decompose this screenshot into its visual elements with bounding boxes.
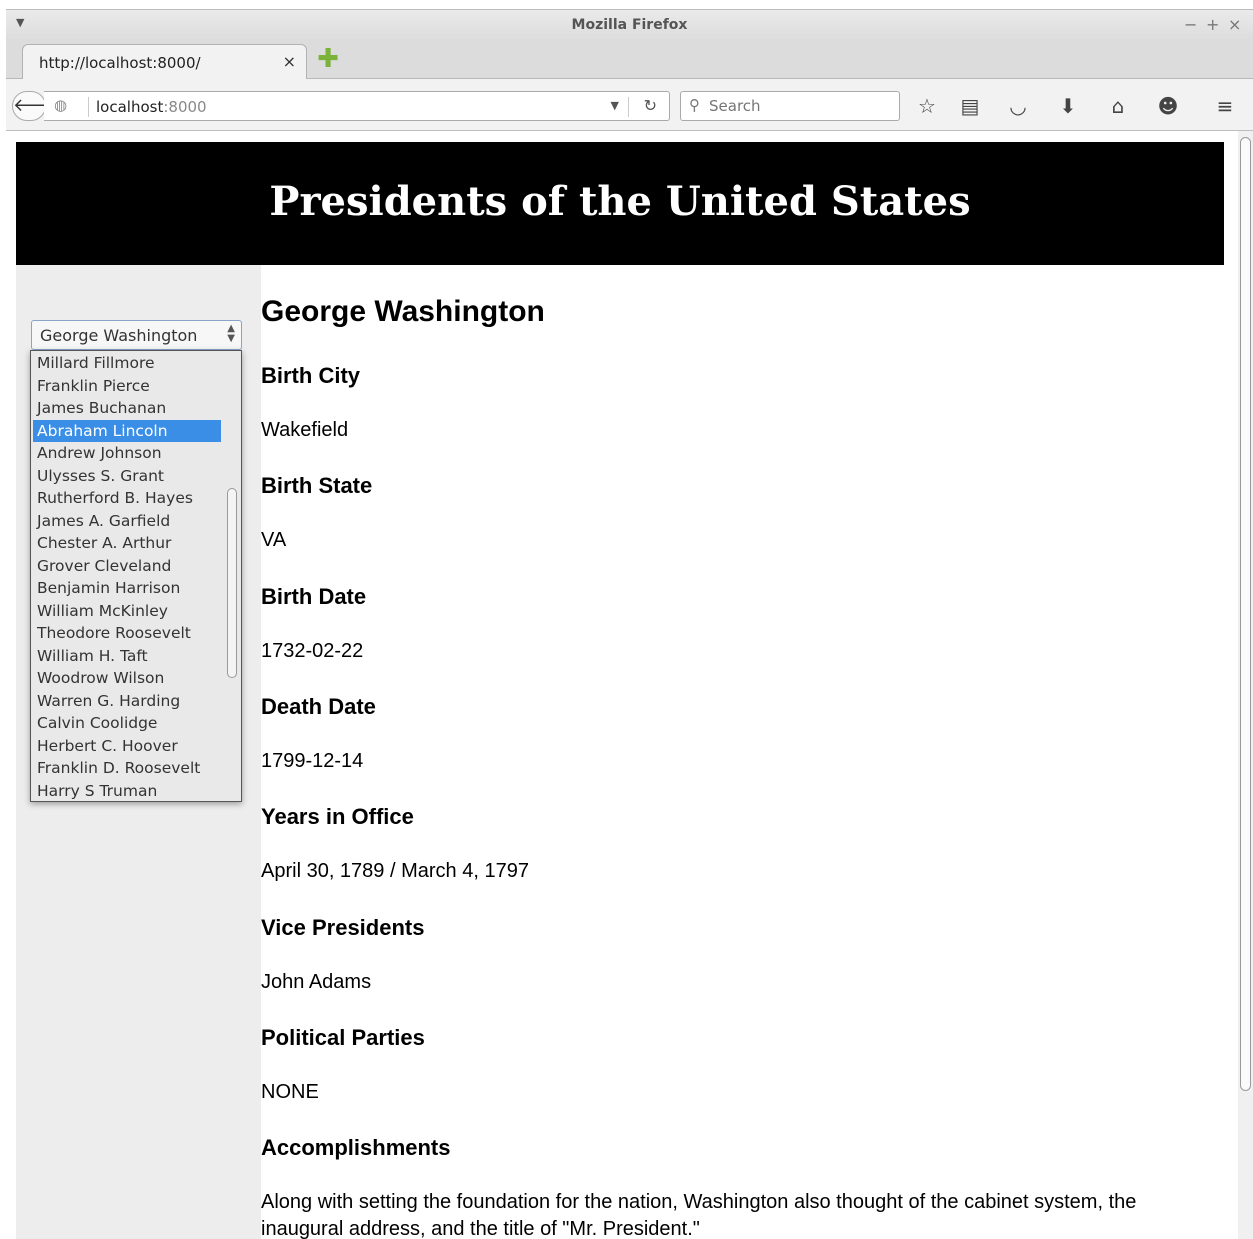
dropdown-option[interactable]: Abraham Lincoln: [33, 419, 221, 442]
field-label-birth-city: Birth City: [261, 363, 360, 388]
field-value-accomplishments: Along with setting the foundation for th…: [261, 1191, 1137, 1239]
url-separator-2: [628, 97, 629, 117]
field-value-political-parties: NONE: [261, 1081, 319, 1103]
dropdown-option[interactable]: Warren G. Harding: [33, 690, 221, 712]
chat-icon[interactable]: ☻: [1153, 91, 1183, 121]
tab-label: http://localhost:8000/: [39, 54, 201, 72]
window-titlebar: ▼ Mozilla Firefox − + ×: [6, 9, 1253, 41]
president-dropdown-list[interactable]: Harry S Truman Franklin D. Roosevelt Herbe…: [30, 350, 242, 802]
field-label-death-date: Death Date: [261, 694, 376, 719]
url-dropdown-icon[interactable]: ▼: [611, 99, 619, 112]
field-label-birth-state: Birth State: [261, 473, 373, 498]
dropdown-option[interactable]: James Buchanan: [33, 397, 221, 419]
dropdown-option[interactable]: Harry S Truman: [33, 780, 221, 802]
navigation-toolbar: 🡐 ◍ localhost:8000 ▼ ↻ ⚲ ☆ ▤ ◡ ⬇ ⌂ ☻ ≡: [6, 79, 1253, 131]
home-icon[interactable]: ⌂: [1103, 91, 1133, 121]
tab-localhost[interactable]: http://localhost:8000/ ×: [22, 44, 307, 80]
reload-icon[interactable]: ↻: [644, 96, 657, 115]
dropdown-option[interactable]: Calvin Coolidge: [33, 712, 221, 734]
dropdown-scrollbar[interactable]: [226, 353, 238, 799]
dropdown-option[interactable]: James A. Garfield: [33, 510, 221, 532]
reading-list-icon[interactable]: ▤: [955, 91, 985, 121]
dropdown-option[interactable]: Benjamin Harrison: [33, 577, 221, 599]
dropdown-option[interactable]: Millard Fillmore: [33, 352, 221, 374]
url-host: localhost: [96, 98, 164, 116]
page-title: Presidents of the United States: [269, 178, 971, 225]
field-value-birth-city: Wakefield: [261, 419, 349, 441]
pocket-icon[interactable]: ◡: [1003, 91, 1033, 121]
dropdown-option[interactable]: William H. Taft: [33, 645, 221, 667]
close-window-icon[interactable]: ×: [1228, 15, 1241, 34]
page-scrollbar[interactable]: [1238, 131, 1253, 1239]
dropdown-option[interactable]: Herbert C. Hoover: [33, 735, 221, 757]
dropdown-scroll-thumb[interactable]: [227, 488, 237, 678]
president-name: George Washington: [261, 295, 545, 328]
page-viewport: Presidents of the United States George W…: [16, 142, 1238, 1239]
tab-bar: http://localhost:8000/ × ✚: [6, 41, 1253, 80]
tab-close-icon[interactable]: ×: [283, 52, 296, 71]
url-port: :8000: [163, 98, 207, 116]
field-value-birth-date: 1732-02-22: [261, 640, 364, 662]
president-select[interactable]: George Washington ▲ ▼: [31, 320, 242, 350]
search-bar[interactable]: ⚲: [680, 91, 900, 121]
field-value-years-in-office: April 30, 1789 / March 4, 1797: [261, 860, 529, 882]
window-title: Mozilla Firefox: [571, 17, 688, 33]
select-value: George Washington: [40, 326, 198, 345]
back-arrow-icon[interactable]: 🡐: [12, 91, 61, 121]
star-icon[interactable]: ☆: [912, 91, 942, 121]
search-input[interactable]: [709, 96, 889, 116]
field-value-vice-presidents: John Adams: [261, 971, 372, 993]
field-label-years-in-office: Years in Office: [261, 804, 414, 829]
field-label-political-parties: Political Parties: [261, 1025, 425, 1050]
url-text[interactable]: localhost:8000: [96, 98, 207, 116]
menu-icon[interactable]: ≡: [1210, 91, 1240, 121]
dropdown-option[interactable]: Woodrow Wilson: [33, 667, 221, 689]
page-scroll-thumb[interactable]: [1240, 137, 1251, 1091]
field-label-birth-date: Birth Date: [261, 584, 367, 609]
url-bar[interactable]: ◍ localhost:8000 ▼ ↻: [44, 91, 670, 121]
maximize-icon[interactable]: +: [1206, 15, 1219, 34]
dropdown-option[interactable]: Rutherford B. Hayes: [33, 487, 221, 509]
dropdown-option[interactable]: Ulysses S. Grant: [33, 465, 221, 487]
dropdown-option[interactable]: Franklin Pierce: [33, 375, 221, 397]
dropdown-option[interactable]: Grover Cleveland: [33, 555, 221, 577]
field-label-accomplishments: Accomplishments: [261, 1135, 451, 1160]
dropdown-option[interactable]: Chester A. Arthur: [33, 532, 221, 554]
minimize-icon[interactable]: −: [1184, 15, 1197, 34]
globe-icon: ◍: [54, 96, 68, 114]
page-header: Presidents of the United States: [16, 142, 1224, 265]
search-icon: ⚲: [689, 96, 700, 114]
new-tab-icon[interactable]: ✚: [316, 46, 340, 72]
field-label-vice-presidents: Vice Presidents: [261, 915, 425, 940]
field-value-birth-state: VA: [261, 529, 287, 551]
url-separator: [88, 97, 89, 117]
download-icon[interactable]: ⬇: [1053, 91, 1083, 121]
dropdown-option[interactable]: Andrew Johnson: [33, 442, 221, 464]
field-value-death-date: 1799-12-14: [261, 750, 364, 772]
dropdown-option[interactable]: Franklin D. Roosevelt: [33, 757, 221, 779]
select-arrows-icon: ▲ ▼: [227, 323, 235, 344]
dropdown-option[interactable]: Theodore Roosevelt: [33, 622, 221, 644]
dropdown-option[interactable]: William McKinley: [33, 600, 221, 622]
